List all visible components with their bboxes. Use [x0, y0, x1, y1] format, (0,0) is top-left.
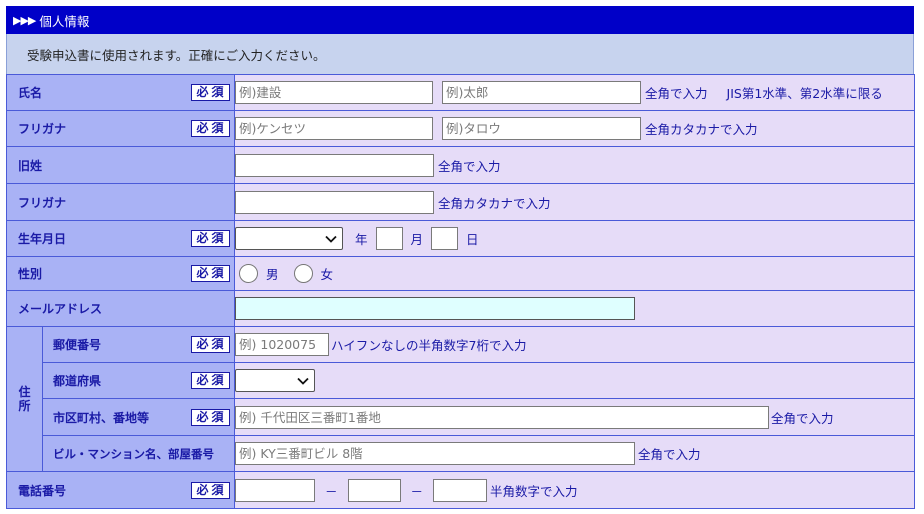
name-jis-note: JIS第1水準、第2水準に限る [726, 86, 883, 101]
birth-month-input[interactable] [375, 227, 403, 250]
email-label: メールアドレス [18, 302, 103, 316]
required-badge: 必須 [191, 265, 231, 282]
gender-male-label: 男 [266, 267, 279, 282]
chevron-down-icon [297, 377, 309, 385]
gender-female-radio[interactable] [293, 264, 313, 283]
old-surname-note: 全角で入力 [438, 158, 501, 174]
last-name-input[interactable] [235, 81, 434, 104]
chevron-down-icon [325, 235, 337, 243]
old-furigana-label: フリガナ [18, 195, 67, 210]
furigana-note: 全角カタカナで入力 [645, 122, 758, 137]
prefecture-select[interactable] [235, 369, 316, 392]
first-furigana-input[interactable] [442, 117, 642, 140]
city-address-input[interactable] [235, 405, 770, 429]
row-postal: 住 所 郵便番号 必須 ハイフンなしの半角数字7桁で入力 [6, 326, 916, 472]
phone-separator-1: － [325, 483, 338, 499]
row-old-surname: 旧姓 全角で入力 [5, 146, 916, 184]
row-email: メールアドレス [5, 290, 916, 327]
postal-code-input[interactable] [235, 333, 330, 356]
old-surname-label: 旧姓 [18, 158, 43, 173]
phone-separator-2: － [410, 483, 424, 499]
prefecture-label: 都道府県 [53, 374, 102, 388]
row-name: 氏名 必須 全角で入力 JIS第1水準、第2水準に限る [5, 74, 916, 111]
old-furigana-note: 全角カタカナで入力 [438, 195, 551, 211]
row-old-furigana: フリガナ 全角カタカナで入力 [5, 183, 916, 221]
required-badge: 必須 [191, 120, 231, 137]
address-label-char1: 住 [18, 385, 31, 399]
postal-label: 郵便番号 [53, 338, 102, 352]
row-gender: 性別 必須 男 女 [5, 256, 916, 291]
name-label: 氏名 [18, 86, 43, 100]
row-furigana: フリガナ 必須 全角カタカナで入力 [5, 110, 916, 147]
triple-arrow-icon: ▶▶▶ [13, 13, 36, 27]
email-input[interactable] [235, 297, 636, 320]
last-furigana-input[interactable] [235, 117, 434, 140]
personal-info-form: 氏名 必須 全角で入力 JIS第1水準、第2水準に限る フリガナ 必須 [5, 74, 916, 509]
gender-label: 性別 [18, 267, 43, 281]
postal-note: ハイフンなしの半角数字7桁で入力 [331, 338, 527, 353]
old-furigana-input[interactable] [235, 190, 435, 214]
city-note: 全角で入力 [771, 410, 834, 426]
building-input[interactable] [235, 442, 636, 465]
name-note: 全角で入力 [645, 86, 708, 101]
birthdate-label: 生年月日 [18, 232, 67, 246]
required-badge: 必須 [191, 372, 231, 389]
gender-female-label: 女 [320, 267, 334, 282]
row-city: 市区町村、番地等 必須 全角で入力 [7, 398, 916, 436]
address-label-char2: 所 [18, 399, 31, 413]
address-label-cell: 住 所 [6, 326, 43, 472]
phone-part3-input[interactable] [433, 478, 488, 502]
required-badge: 必須 [191, 408, 231, 426]
row-prefecture: 都道府県 必須 [7, 362, 916, 399]
row-building: ビル・マンション名、部屋番号 全角で入力 [7, 435, 916, 472]
old-surname-input[interactable] [235, 153, 435, 177]
month-label: 月 [410, 232, 424, 247]
required-badge: 必須 [191, 230, 231, 247]
notice-text: 受験申込書に使用されます。正確にご入力ください。 [6, 34, 914, 74]
city-label: 市区町村、番地等 [53, 410, 150, 425]
section-header: ▶▶▶ 個人情報 [6, 6, 914, 34]
required-badge: 必須 [191, 336, 231, 353]
furigana-label: フリガナ [18, 122, 67, 136]
name-label-cell: 氏名 必須 [5, 74, 236, 111]
phone-part2-input[interactable] [347, 478, 401, 502]
year-label: 年 [355, 232, 368, 247]
row-phone: 電話番号 必須 － － 半角数字で入力 [5, 471, 916, 509]
required-badge: 必須 [191, 481, 231, 499]
section-title: 個人情報 [39, 13, 90, 29]
gender-male-radio[interactable] [239, 264, 259, 283]
phone-label: 電話番号 [18, 483, 67, 498]
building-note: 全角で入力 [638, 447, 701, 462]
birth-day-input[interactable] [431, 227, 459, 250]
required-badge: 必須 [191, 84, 231, 101]
row-birthdate: 生年月日 必須 年 月 日 [5, 220, 916, 257]
phone-part1-input[interactable] [235, 478, 316, 502]
building-label: ビル・マンション名、部屋番号 [53, 446, 214, 461]
day-label: 日 [466, 232, 479, 247]
phone-note: 半角数字で入力 [490, 483, 578, 499]
birth-year-select[interactable] [235, 227, 344, 250]
first-name-input[interactable] [442, 81, 642, 104]
